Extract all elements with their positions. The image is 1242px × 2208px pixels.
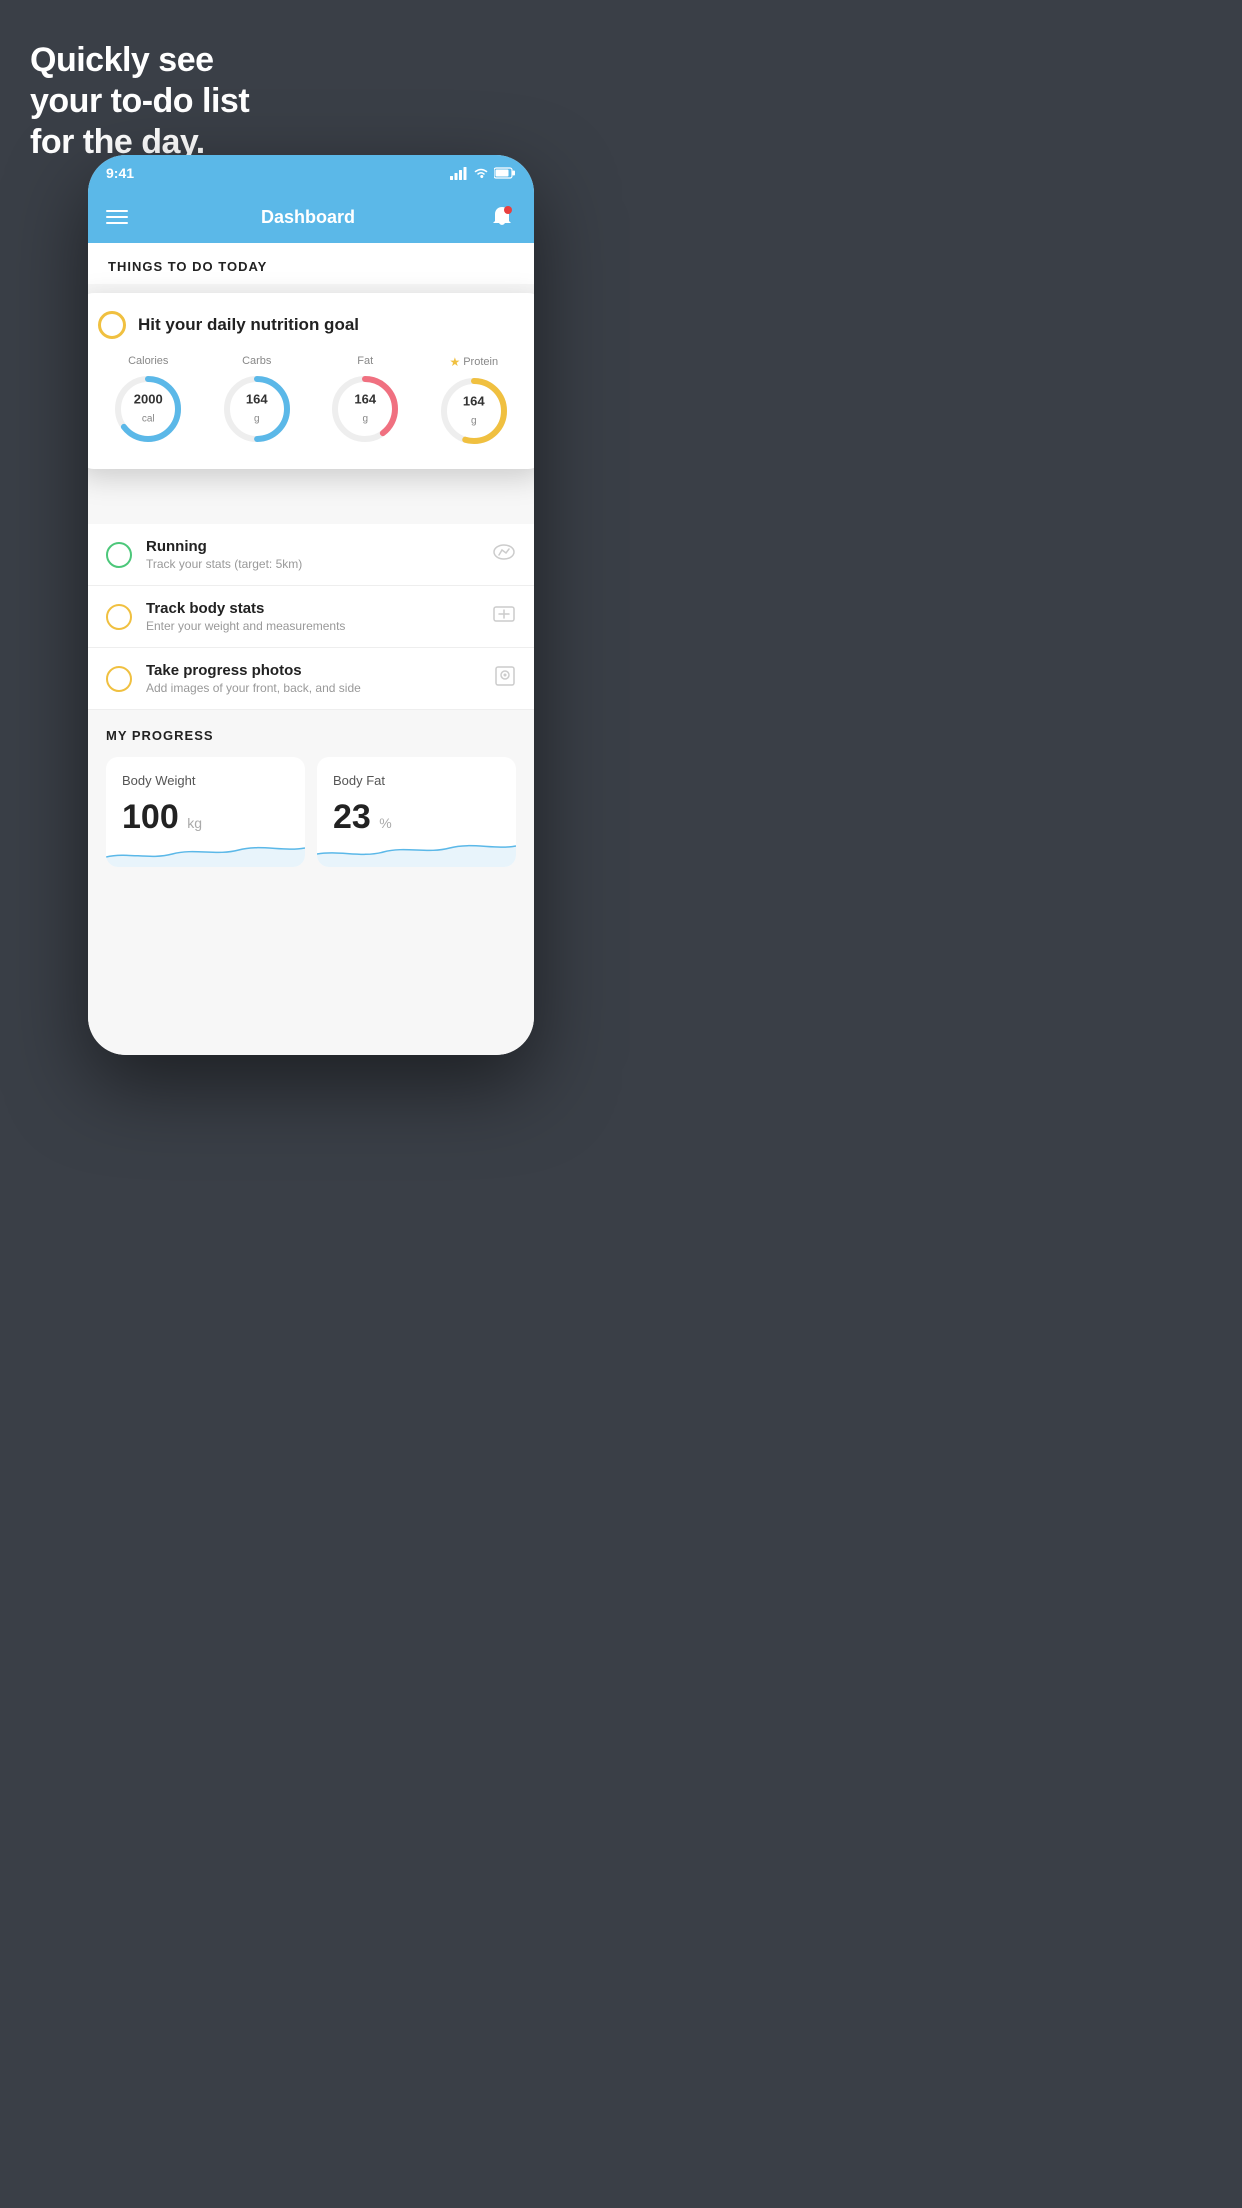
star-icon: ★	[449, 355, 460, 369]
running-title: Running	[146, 538, 478, 555]
nav-title: Dashboard	[261, 207, 355, 228]
protein-label: ★ Protein	[449, 355, 498, 369]
hamburger-menu[interactable]	[106, 210, 128, 224]
fat-ring: 164 g	[329, 373, 401, 445]
running-checkbox[interactable]	[106, 542, 132, 568]
app-content: THINGS TO DO TODAY Hit your daily nutrit…	[88, 243, 534, 1055]
body-fat-card[interactable]: Body Fat 23 %	[317, 757, 516, 867]
status-bar: 9:41	[88, 155, 534, 191]
progress-label: MY PROGRESS	[106, 728, 516, 743]
photos-title: Take progress photos	[146, 662, 480, 679]
body-fat-unit: %	[379, 815, 391, 831]
status-time: 9:41	[106, 165, 134, 181]
battery-icon	[494, 167, 516, 179]
running-text: Running Track your stats (target: 5km)	[146, 538, 478, 571]
todo-item-bodystats[interactable]: Track body stats Enter your weight and m…	[88, 586, 534, 648]
running-subtitle: Track your stats (target: 5km)	[146, 557, 478, 571]
bodystats-text: Track body stats Enter your weight and m…	[146, 600, 478, 633]
signal-icon	[450, 167, 468, 180]
body-weight-chart	[106, 832, 305, 867]
body-fat-title: Body Fat	[333, 773, 500, 788]
body-weight-title: Body Weight	[122, 773, 289, 788]
wifi-icon	[473, 167, 489, 179]
carbs-ring: 164 g	[221, 373, 293, 445]
nutrition-protein: ★ Protein 164 g	[438, 355, 510, 447]
progress-section: MY PROGRESS Body Weight 100 kg	[88, 710, 534, 867]
nav-bar: Dashboard	[88, 191, 534, 243]
body-fat-chart	[317, 832, 516, 867]
body-weight-card[interactable]: Body Weight 100 kg	[106, 757, 305, 867]
carbs-label: Carbs	[242, 355, 271, 367]
calories-label: Calories	[128, 355, 168, 367]
nutrition-checkbox[interactable]	[98, 311, 126, 339]
todo-item-running[interactable]: Running Track your stats (target: 5km)	[88, 524, 534, 586]
body-weight-value: 100	[122, 798, 179, 836]
body-weight-unit: kg	[187, 815, 202, 831]
protein-ring: 164 g	[438, 375, 510, 447]
running-icon	[492, 542, 516, 568]
nutrition-card: Hit your daily nutrition goal Calories	[88, 293, 534, 469]
fat-label: Fat	[357, 355, 373, 367]
phone-frame: 9:41 D	[88, 155, 534, 1055]
headline-line2: your to-do list	[30, 81, 249, 122]
headline-line1: Quickly see	[30, 40, 249, 81]
photos-subtitle: Add images of your front, back, and side	[146, 681, 480, 695]
calories-ring: 2000 cal	[112, 373, 184, 445]
bodystats-subtitle: Enter your weight and measurements	[146, 619, 478, 633]
status-icons	[450, 167, 516, 180]
bodystats-title: Track body stats	[146, 600, 478, 617]
nutrition-grid: Calories 2000 cal	[98, 355, 524, 447]
nutrition-calories: Calories 2000 cal	[112, 355, 184, 445]
photos-icon	[494, 665, 516, 693]
body-fat-value: 23	[333, 798, 371, 836]
todo-list: Running Track your stats (target: 5km) T…	[88, 524, 534, 710]
nutrition-card-title: Hit your daily nutrition goal	[138, 315, 359, 335]
todo-item-photos[interactable]: Take progress photos Add images of your …	[88, 648, 534, 710]
headline: Quickly see your to-do list for the day.	[30, 40, 249, 162]
todo-header: THINGS TO DO TODAY	[88, 243, 534, 284]
nutrition-fat: Fat 164 g	[329, 355, 401, 445]
progress-cards: Body Weight 100 kg Body Fat	[106, 757, 516, 867]
photos-text: Take progress photos Add images of your …	[146, 662, 480, 695]
bodystats-icon	[492, 604, 516, 630]
notification-bell[interactable]	[488, 203, 516, 231]
nutrition-carbs: Carbs 164 g	[221, 355, 293, 445]
photos-checkbox[interactable]	[106, 666, 132, 692]
bodystats-checkbox[interactable]	[106, 604, 132, 630]
card-header: Hit your daily nutrition goal	[98, 311, 524, 339]
